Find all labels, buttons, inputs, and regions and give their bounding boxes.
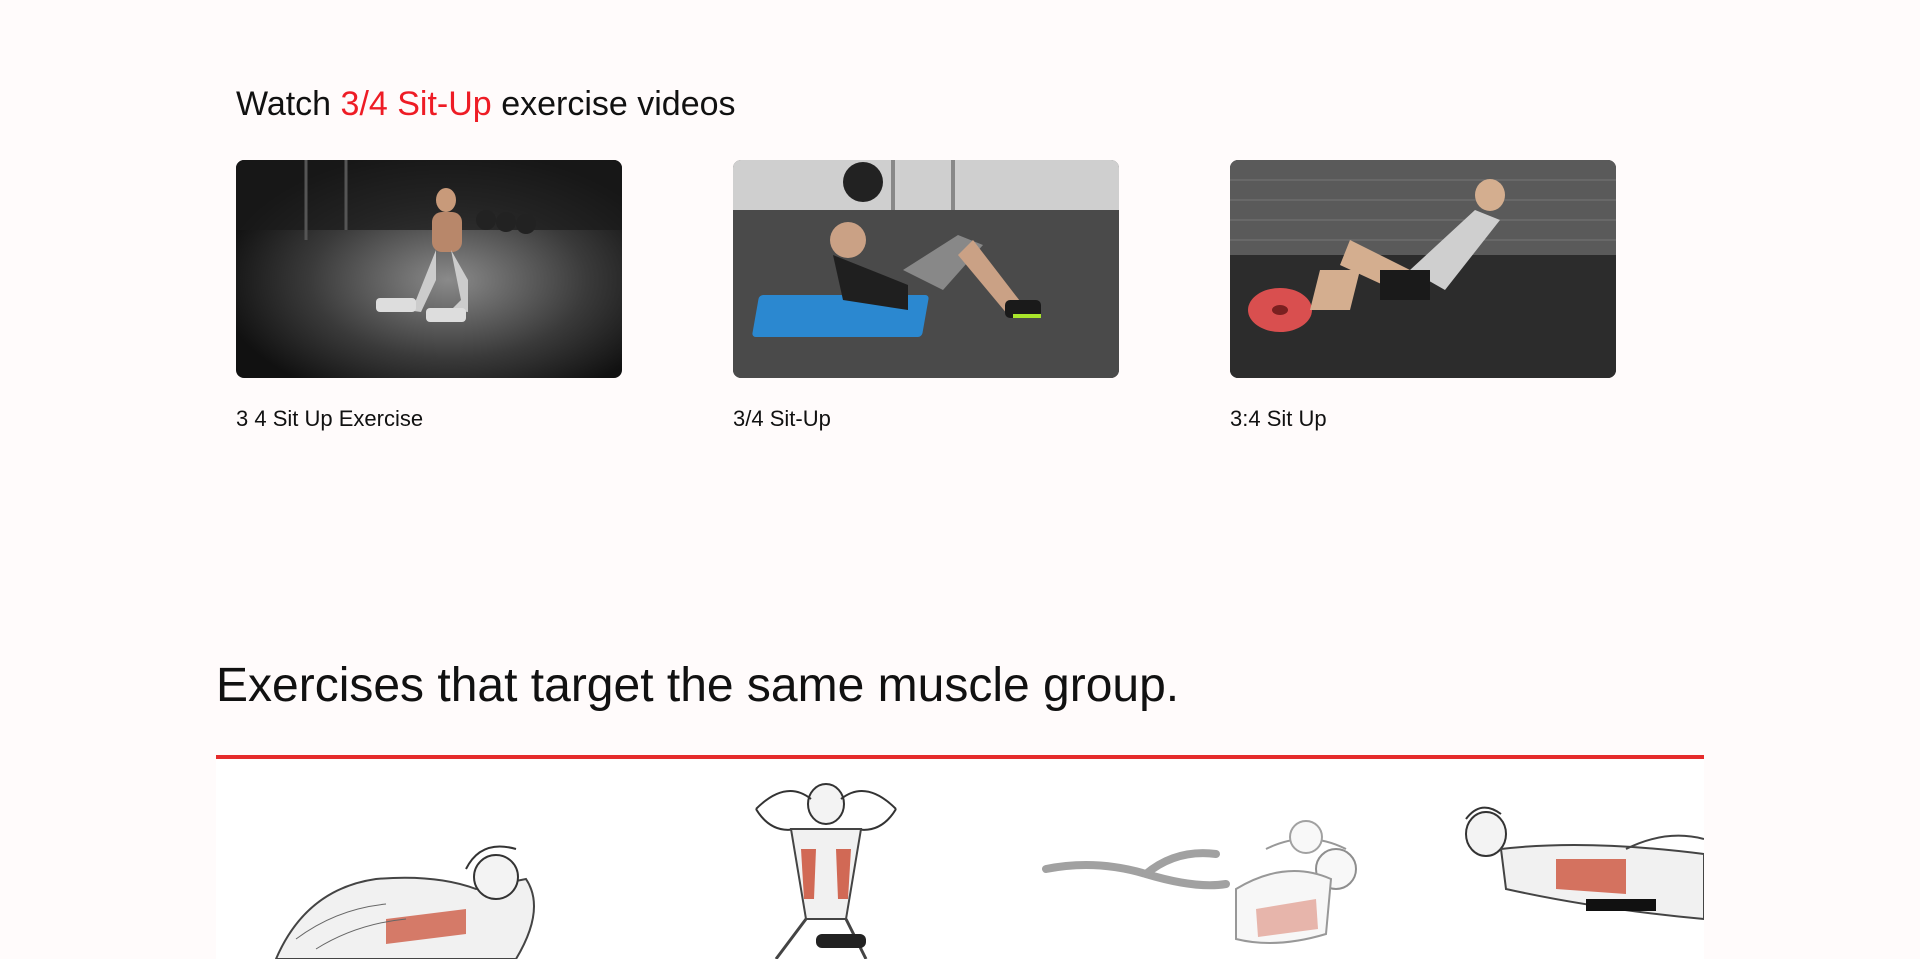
- video-card[interactable]: 3 4 Sit Up Exercise: [236, 160, 622, 432]
- related-exercise-card[interactable]: [1036, 759, 1396, 959]
- related-exercises-section: Exercises that target the same muscle gr…: [216, 650, 1704, 959]
- related-exercise-card[interactable]: [696, 759, 956, 959]
- related-exercises-strip: [216, 759, 1704, 959]
- video-thumbnail[interactable]: [236, 160, 622, 378]
- video-thumbnail-image-weight-plate-situp: [1230, 160, 1616, 378]
- video-title[interactable]: 3 4 Sit Up Exercise: [236, 406, 622, 432]
- video-thumbnail-image-mat-situp: [733, 160, 1119, 378]
- video-title[interactable]: 3/4 Sit-Up: [733, 406, 1119, 432]
- related-exercises-heading: Exercises that target the same muscle gr…: [216, 659, 1180, 712]
- videos-section: Watch 3/4 Sit-Up exercise videos 3 4 Sit…: [236, 80, 1636, 431]
- crunch-illustration-icon: [274, 845, 535, 959]
- videos-heading-prefix: Watch: [236, 85, 332, 123]
- videos-heading: Watch 3/4 Sit-Up exercise videos: [236, 80, 1636, 128]
- videos-heading-exercise-name: 3/4 Sit-Up: [340, 85, 492, 123]
- video-title[interactable]: 3:4 Sit Up: [1230, 406, 1616, 432]
- video-card[interactable]: 3/4 Sit-Up: [733, 160, 1119, 432]
- decline-sit-up-illustration-icon: [755, 783, 897, 959]
- video-card[interactable]: 3:4 Sit Up: [1230, 160, 1616, 432]
- video-thumbnail[interactable]: [733, 160, 1119, 378]
- videos-heading-suffix: exercise videos: [501, 85, 736, 123]
- related-exercise-card[interactable]: [1436, 759, 1704, 959]
- lying-crunch-illustration-icon: [1465, 806, 1704, 921]
- related-exercise-card[interactable]: [216, 759, 576, 959]
- video-thumbnail[interactable]: [1230, 160, 1616, 378]
- bicycle-crunch-illustration-icon: [1042, 820, 1357, 944]
- video-thumbnail-image-dark-gym: [236, 160, 622, 378]
